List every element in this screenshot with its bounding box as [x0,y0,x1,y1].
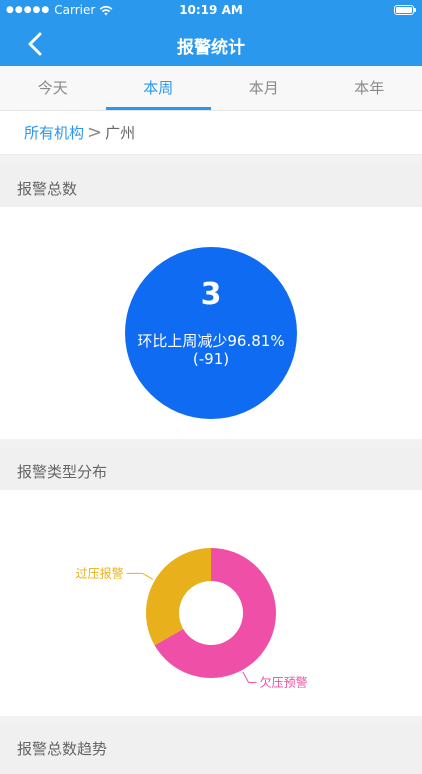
type-donut-chart: 过压报警 欠压预警 [0,490,422,716]
week-delta-text: (-91) [125,350,297,368]
tab-this-month[interactable]: 本月 [211,66,317,110]
tab-this-week[interactable]: 本周 [106,66,212,110]
page-title: 报警统计 [0,33,422,58]
section-header-trend: 报警总数趋势 [0,724,422,774]
breadcrumb-separator: > [87,122,102,143]
leader-line-overpressure [143,573,153,579]
tab-today[interactable]: 今天 [0,66,106,110]
breadcrumb: 所有机构 > 广州 [0,111,422,155]
breadcrumb-current: 广州 [105,122,135,143]
period-tabs: 今天 本周 本月 本年 [0,66,422,111]
navigation-bar: 报警统计 [0,22,422,66]
alarm-count: 3 [125,277,297,312]
leader-line-underpressure [243,672,249,683]
status-time: 10:19 AM [0,3,422,17]
legend-label-underpressure: 欠压预警 [260,674,308,689]
legend-label-overpressure: 过压报警 [76,565,124,580]
status-bar: ●●●●● Carrier 10:19 AM [0,0,422,22]
donut-slice-0 [146,548,211,645]
battery-icon [394,5,414,15]
types-panel: 过压报警 欠压预警 [0,490,422,716]
total-circle: 3 环比上周减少96.81% (-91) [125,247,297,419]
breadcrumb-root[interactable]: 所有机构 [24,122,84,143]
week-compare-text: 环比上周减少96.81% [125,330,297,351]
total-panel: 3 环比上周减少96.81% (-91) [0,207,422,439]
tab-this-year[interactable]: 本年 [317,66,422,110]
